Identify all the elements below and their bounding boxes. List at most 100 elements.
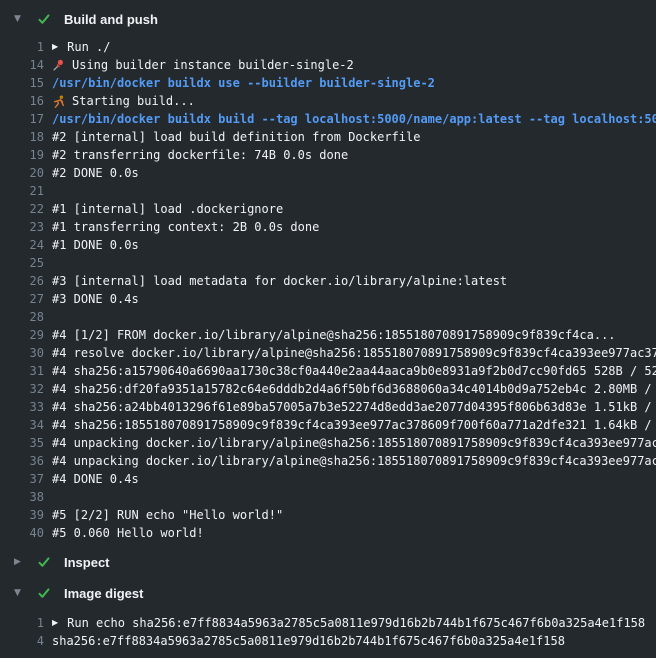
expand-group-icon[interactable]: ▶ (52, 38, 58, 56)
log-text: sha256:e7ff8834a5963a2785c5a0811e979d16b… (52, 632, 565, 650)
log-text-content: #1 [internal] load .dockerignore (52, 200, 283, 218)
workflow-log-viewer: ▼ Build and push 1▶Run ./14Using builder… (0, 0, 656, 650)
chevron-down-icon[interactable]: ▼ (14, 580, 28, 606)
line-number[interactable]: 4 (0, 632, 44, 650)
line-number[interactable]: 22 (0, 200, 44, 218)
line-number[interactable]: 38 (0, 488, 44, 506)
log-text: #4 sha256:a15790640a6690aa1730c38cf0a440… (52, 362, 656, 380)
log-text: #2 [internal] load build definition from… (52, 128, 420, 146)
log-text-content: #4 [1/2] FROM docker.io/library/alpine@s… (52, 326, 616, 344)
line-number[interactable]: 40 (0, 524, 44, 542)
line-number[interactable]: 33 (0, 398, 44, 416)
line-number[interactable]: 16 (0, 92, 44, 110)
step-title: Build and push (64, 12, 158, 27)
log-text: #1 transferring context: 2B 0.0s done (52, 218, 319, 236)
line-number[interactable]: 23 (0, 218, 44, 236)
line-number[interactable]: 32 (0, 380, 44, 398)
log-text-content: Run ./ (67, 38, 110, 56)
log-text-content: #4 unpacking docker.io/library/alpine@sh… (52, 434, 656, 452)
line-number[interactable]: 39 (0, 506, 44, 524)
step-title: Inspect (64, 555, 110, 570)
line-number[interactable]: 1 (0, 614, 44, 632)
chevron-right-icon[interactable]: ▶ (14, 549, 28, 575)
step-log-build-and-push: 1 ▶ Run ./ 14 Using builder instance builder… (0, 38, 656, 542)
log-line: 34 #4 sha256:185518070891758909c9f839cf4c… (0, 416, 656, 434)
log-text-content: #4 sha256:a24bb4013296f61e89ba57005a7b3e… (52, 398, 656, 416)
check-success-icon (37, 12, 51, 26)
log-line: 39 #5 [2/2] RUN echo "Hello world!" (0, 506, 656, 524)
line-number[interactable]: 25 (0, 254, 44, 272)
log-text-content: #2 [internal] load build definition from… (52, 128, 420, 146)
line-number[interactable]: 34 (0, 416, 44, 434)
log-line: 22 #1 [internal] load .dockerignore (0, 200, 656, 218)
line-number[interactable]: 31 (0, 362, 44, 380)
log-text-content: #1 transferring context: 2B 0.0s done (52, 218, 319, 236)
log-text-content: #5 [2/2] RUN echo "Hello world!" (52, 506, 283, 524)
log-line: 21 (0, 182, 656, 200)
line-number[interactable]: 27 (0, 290, 44, 308)
log-line: 15/usr/bin/docker buildx use --builder b… (0, 74, 656, 92)
log-line: 28 (0, 308, 656, 326)
log-text-content: Using builder instance builder-single-2 (72, 56, 354, 74)
check-success-icon (37, 586, 51, 600)
log-line: 1 ▶ Run echo sha256:e7ff8834a5963a2785c5a0… (0, 614, 656, 632)
line-number[interactable]: 17 (0, 110, 44, 128)
log-text-content: #4 sha256:a15790640a6690aa1730c38cf0a440… (52, 362, 656, 380)
line-number[interactable]: 29 (0, 326, 44, 344)
log-text-content: Starting build... (72, 92, 195, 110)
log-line: 33 #4 sha256:a24bb4013296f61e89ba57005a7b… (0, 398, 656, 416)
log-text: #4 sha256:185518070891758909c9f839cf4ca3… (52, 416, 656, 434)
step-header-build-and-push[interactable]: ▼ Build and push (0, 6, 656, 32)
line-number[interactable]: 18 (0, 128, 44, 146)
log-line: 38 (0, 488, 656, 506)
log-text: ▶ Run echo sha256:e7ff8834a5963a2785c5a08… (52, 614, 645, 632)
step-title: Image digest (64, 586, 143, 601)
line-number[interactable]: 35 (0, 434, 44, 452)
log-text: #5 [2/2] RUN echo "Hello world!" (52, 506, 283, 524)
log-text: #4 resolve docker.io/library/alpine@sha2… (52, 344, 656, 362)
log-text-content: #4 DONE 0.4s (52, 470, 139, 488)
log-text: #1 [internal] load .dockerignore (52, 200, 283, 218)
line-number[interactable]: 15 (0, 74, 44, 92)
log-line: 29 #4 [1/2] FROM docker.io/library/alpine… (0, 326, 656, 344)
check-success-icon (37, 555, 51, 569)
line-number[interactable]: 36 (0, 452, 44, 470)
log-line: 36#4 unpacking docker.io/library/alpine@… (0, 452, 656, 470)
log-line: 25 (0, 254, 656, 272)
log-text: #4 sha256:a24bb4013296f61e89ba57005a7b3e… (52, 398, 656, 416)
line-number[interactable]: 28 (0, 308, 44, 326)
log-line: 23 #1 transferring context: 2B 0.0s done (0, 218, 656, 236)
log-text: #1 DONE 0.0s (52, 236, 139, 254)
chevron-down-icon[interactable]: ▼ (14, 6, 28, 32)
log-text-content: #5 0.060 Hello world! (52, 524, 204, 542)
log-line: 14 Using builder instance builder-single-… (0, 56, 656, 74)
step-log-image-digest: 1 ▶ Run echo sha256:e7ff8834a5963a2785c5a0… (0, 614, 656, 650)
line-number[interactable]: 30 (0, 344, 44, 362)
line-number[interactable]: 14 (0, 56, 44, 74)
log-text: ▶ Run ./ (52, 38, 111, 56)
line-number[interactable]: 26 (0, 272, 44, 290)
log-line: 24 #1 DONE 0.0s (0, 236, 656, 254)
log-text: #3 [internal] load metadata for docker.i… (52, 272, 507, 290)
log-text-content: #2 DONE 0.0s (52, 164, 139, 182)
log-text-content: #2 transferring dockerfile: 74B 0.0s don… (52, 146, 348, 164)
step-header-inspect[interactable]: ▶ Inspect (0, 549, 656, 575)
line-number[interactable]: 20 (0, 164, 44, 182)
log-text: #4 sha256:df20fa9351a15782c64e6dddb2d4a6… (52, 380, 656, 398)
log-line: 18 #2 [internal] load build definition fr… (0, 128, 656, 146)
line-number[interactable]: 24 (0, 236, 44, 254)
log-line: 4 sha256:e7ff8834a5963a2785c5a0811e979d16… (0, 632, 656, 650)
pushpin-icon (52, 59, 66, 72)
line-number[interactable]: 19 (0, 146, 44, 164)
line-number[interactable]: 1 (0, 38, 44, 56)
log-text-content: /usr/bin/docker buildx build --tag local… (52, 110, 656, 128)
expand-group-icon[interactable]: ▶ (52, 614, 58, 632)
step-header-image-digest[interactable]: ▼ Image digest (0, 580, 656, 606)
log-line: 27#3 DONE 0.4s (0, 290, 656, 308)
log-line: 19 #2 transferring dockerfile: 74B 0.0s d… (0, 146, 656, 164)
log-text-content: Run echo sha256:e7ff8834a5963a2785c5a081… (67, 614, 645, 632)
line-number[interactable]: 37 (0, 470, 44, 488)
line-number[interactable]: 21 (0, 182, 44, 200)
log-text: Using builder instance builder-single-2 (52, 56, 354, 74)
command-text: /usr/bin/docker buildx use --builder bui… (52, 74, 435, 92)
